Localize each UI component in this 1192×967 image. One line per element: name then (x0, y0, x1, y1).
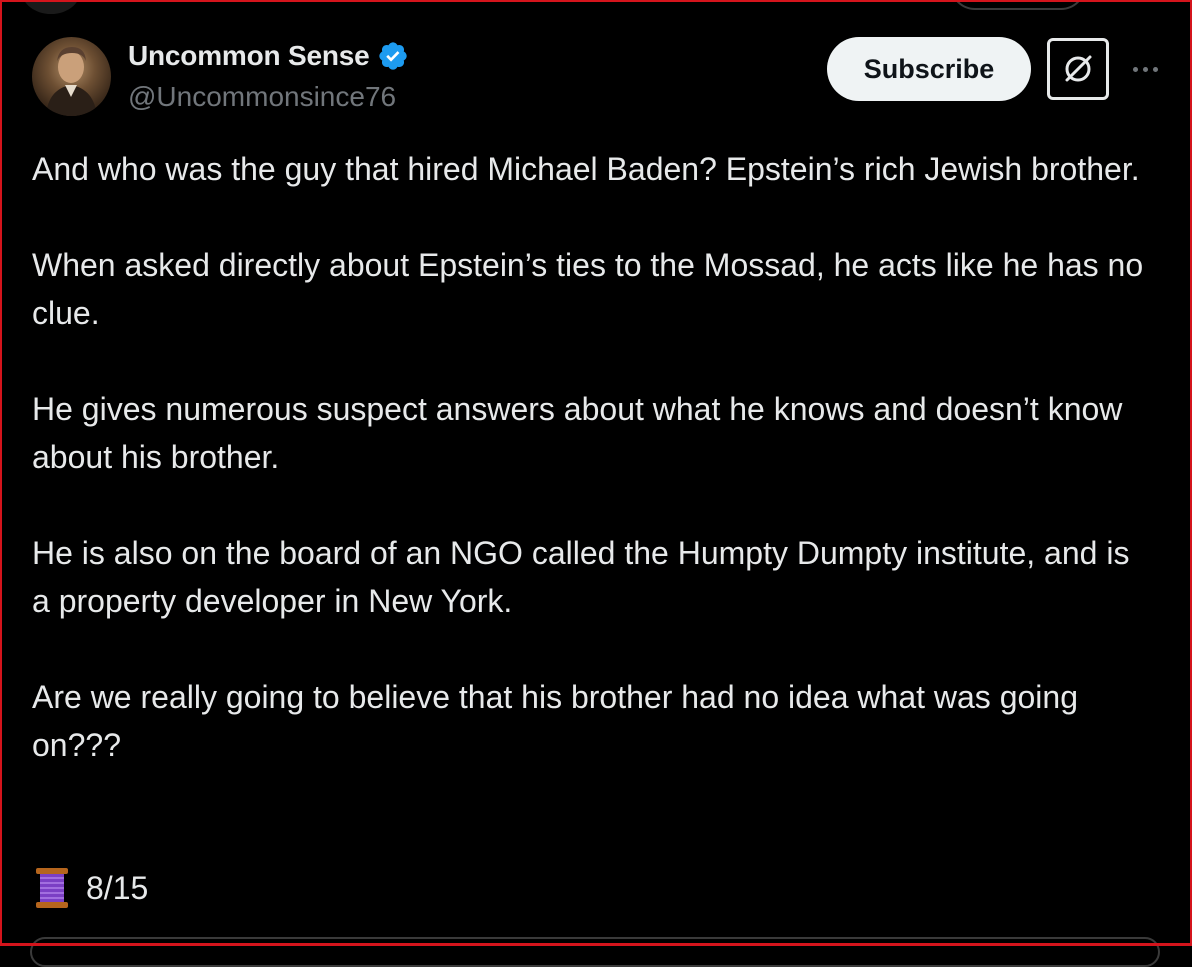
tweet-paragraph: When asked directly about Epstein’s ties… (32, 247, 1144, 331)
author-name-row: Uncommon Sense (128, 40, 409, 72)
thread-counter: 8/15 (32, 866, 148, 910)
tweet-paragraph: He gives numerous suspect answers about … (32, 391, 1123, 475)
tweet-paragraph: Are we really going to believe that his … (32, 679, 1078, 763)
more-icon-dot (1142, 66, 1148, 72)
verified-badge-icon[interactable] (377, 40, 409, 72)
grok-button[interactable] (1047, 38, 1109, 100)
author-display-name[interactable]: Uncommon Sense (128, 40, 370, 72)
more-options-button[interactable] (1127, 58, 1163, 80)
thread-spool-icon (36, 868, 68, 908)
more-icon-dot (1132, 66, 1138, 72)
tweet-paragraph: He is also on the board of an NGO called… (32, 535, 1130, 619)
portrait-avatar-icon (46, 47, 97, 116)
subscribe-button[interactable]: Subscribe (827, 37, 1031, 101)
thread-count-text: 8/15 (86, 869, 149, 906)
previous-item-edge (22, 0, 80, 14)
next-item-edge (30, 937, 1160, 967)
grok-icon (1065, 55, 1092, 82)
more-icon-dot (1152, 66, 1158, 72)
avatar[interactable] (32, 37, 111, 116)
author-handle[interactable]: @Uncommonsince76 (128, 81, 396, 113)
previous-button-edge (950, 0, 1086, 10)
tweet-text: And who was the guy that hired Michael B… (32, 145, 1152, 769)
tweet-paragraph: And who was the guy that hired Michael B… (32, 151, 1140, 187)
